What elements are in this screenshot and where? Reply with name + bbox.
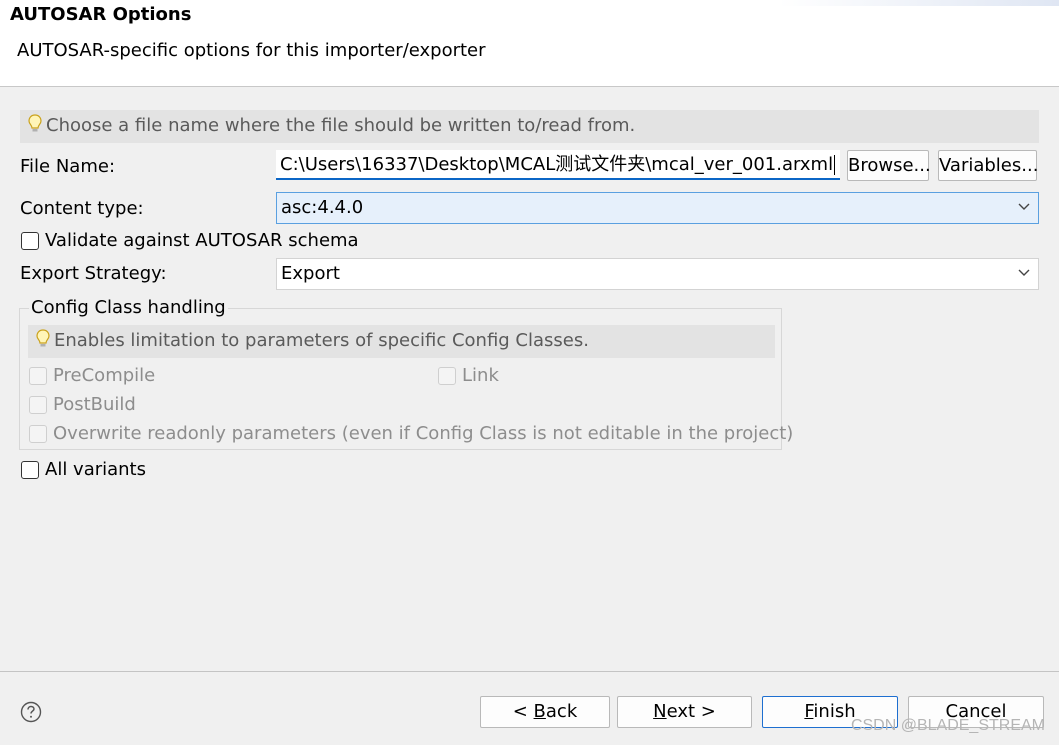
- watermark-text: CSDN @BLADE_STREAM: [850, 717, 1045, 734]
- link-label: Link: [462, 365, 499, 386]
- validate-label: Validate against AUTOSAR schema: [45, 230, 359, 251]
- all-variants-label: All variants: [45, 459, 146, 480]
- next-mnemonic: N: [653, 701, 667, 722]
- next-button[interactable]: Next >: [617, 696, 752, 728]
- back-rest: ack: [545, 701, 578, 722]
- header-gradient: [779, 0, 1059, 6]
- help-icon[interactable]: [20, 701, 42, 723]
- overwrite-readonly-label: Overwrite readonly parameters (even if C…: [53, 423, 794, 444]
- export-strategy-value: Export: [281, 263, 340, 284]
- text-caret: [834, 155, 836, 175]
- postbuild-label: PostBuild: [53, 394, 136, 415]
- content-type-select[interactable]: asc:4.4.0: [276, 192, 1039, 224]
- precompile-label: PreCompile: [53, 365, 156, 386]
- all-variants-checkbox[interactable]: [21, 461, 39, 479]
- precompile-checkbox[interactable]: [29, 367, 47, 385]
- export-strategy-select[interactable]: Export: [276, 258, 1039, 290]
- chevron-down-icon: [1018, 269, 1030, 276]
- finish-rest: inish: [813, 701, 856, 722]
- back-mnemonic: B: [533, 701, 546, 722]
- postbuild-checkbox[interactable]: [29, 396, 47, 414]
- link-checkbox[interactable]: [438, 367, 456, 385]
- file-name-label: File Name:: [20, 156, 116, 177]
- file-info-bar: Choose a file name where the file should…: [20, 110, 1039, 143]
- config-class-info-text: Enables limitation to parameters of spec…: [54, 330, 589, 351]
- browse-button[interactable]: Browse...: [847, 150, 931, 181]
- file-info-text: Choose a file name where the file should…: [46, 115, 636, 136]
- browse-button-label: Browse...: [848, 155, 931, 176]
- lightbulb-icon: [28, 114, 42, 132]
- lightbulb-icon: [36, 329, 50, 347]
- config-class-info-bar: Enables limitation to parameters of spec…: [28, 325, 775, 358]
- file-name-input[interactable]: C:\Users\16337\Desktop\MCAL测试文件夹\mcal_ve…: [276, 150, 840, 180]
- overwrite-readonly-checkbox[interactable]: [29, 425, 47, 443]
- next-rest: ext >: [666, 701, 716, 722]
- content-type-label: Content type:: [20, 198, 144, 219]
- chevron-down-icon: [1018, 203, 1030, 210]
- file-name-value: C:\Users\16337\Desktop\MCAL测试文件夹\mcal_ve…: [280, 154, 834, 175]
- footer-separator: [0, 671, 1059, 672]
- back-prefix: <: [512, 701, 534, 722]
- variables-button[interactable]: Variables...: [938, 150, 1039, 181]
- wizard-header: AUTOSAR Options AUTOSAR-specific options…: [0, 0, 1059, 87]
- config-class-title: Config Class handling: [29, 297, 228, 318]
- page-title: AUTOSAR Options: [10, 4, 192, 25]
- page-description: AUTOSAR-specific options for this import…: [17, 40, 486, 61]
- validate-checkbox[interactable]: [21, 232, 39, 250]
- export-strategy-label: Export Strategy:: [20, 263, 167, 284]
- back-button[interactable]: < Back: [480, 696, 610, 728]
- content-type-value: asc:4.4.0: [281, 197, 364, 218]
- variables-button-label: Variables...: [939, 155, 1039, 176]
